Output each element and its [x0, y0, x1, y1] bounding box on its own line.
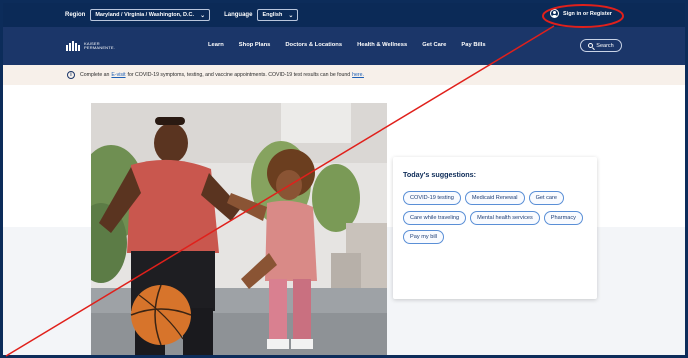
chip-medicaid-renewal[interactable]: Medicaid Renewal	[464, 191, 525, 205]
chip-care-while-traveling[interactable]: Care while traveling	[403, 210, 467, 225]
logo-line-2: PERMANENTE.	[84, 45, 116, 50]
sign-in-label: Sign in or Register	[563, 10, 612, 17]
region-select[interactable]: Maryland / Virginia / Washington, D.C. ⌄	[90, 9, 211, 21]
chip-pharmacy[interactable]: Pharmacy	[543, 210, 583, 225]
evisit-link[interactable]: E-visit	[111, 72, 125, 78]
main-nav: KAISER PERMANENTE. Learn Shop Plans Doct…	[3, 27, 685, 65]
suggestion-chips: COVID-19 testing Medicaid Renewal Get ca…	[403, 191, 587, 250]
chevron-down-icon: ⌄	[288, 12, 294, 19]
logo-mark-icon	[66, 41, 81, 51]
chip-mental-health-services[interactable]: Mental health services	[470, 210, 540, 225]
nav-item-pay-bills[interactable]: Pay Bills	[461, 42, 485, 48]
nav-item-health-wellness[interactable]: Health & Wellness	[357, 42, 407, 48]
suggestions-title: Today's suggestions:	[403, 170, 477, 179]
nav-item-learn[interactable]: Learn	[208, 42, 224, 48]
chevron-down-icon: ⌄	[200, 12, 206, 19]
test-results-link[interactable]: here.	[352, 72, 364, 78]
nav-item-shop-plans[interactable]: Shop Plans	[239, 42, 271, 48]
chip-get-care[interactable]: Get care	[528, 191, 565, 205]
region-label: Region	[65, 12, 86, 18]
chip-covid-testing[interactable]: COVID-19 testing	[403, 191, 461, 205]
search-button[interactable]: Search	[580, 39, 622, 52]
alert-text-middle: for COVID-19 symptoms, testing, and vacc…	[127, 72, 351, 78]
chip-pay-my-bill[interactable]: Pay my bill	[403, 230, 445, 244]
nav-links: Learn Shop Plans Doctors & Locations Hea…	[208, 42, 501, 48]
info-icon: i	[67, 71, 75, 79]
alert-text-before: Complete an	[80, 72, 110, 78]
language-select[interactable]: English ⌄	[257, 9, 299, 21]
language-value: English	[262, 12, 283, 18]
logo-text: KAISER PERMANENTE.	[84, 41, 116, 51]
hero-photo-illustration	[91, 103, 387, 355]
region-value: Maryland / Virginia / Washington, D.C.	[95, 12, 195, 18]
nav-item-doctors-locations[interactable]: Doctors & Locations	[285, 42, 342, 48]
search-icon	[588, 43, 594, 48]
user-icon	[550, 9, 559, 18]
sign-in-link[interactable]: Sign in or Register	[550, 9, 612, 18]
hero-section: Today's suggestions: COVID-19 testing Me…	[3, 85, 685, 355]
suggestions-card: Today's suggestions: COVID-19 testing Me…	[393, 157, 597, 299]
utility-bar: Region Maryland / Virginia / Washington,…	[3, 3, 685, 27]
browser-frame: Region Maryland / Virginia / Washington,…	[0, 0, 688, 358]
kaiser-logo[interactable]: KAISER PERMANENTE.	[66, 41, 115, 51]
nav-item-get-care[interactable]: Get Care	[422, 42, 446, 48]
hero-photo-basketball	[91, 103, 387, 355]
search-label: Search	[596, 42, 614, 49]
covid-alert-banner: i Complete an E-visit for COVID-19 sympt…	[3, 65, 685, 85]
language-label: Language	[224, 12, 253, 18]
